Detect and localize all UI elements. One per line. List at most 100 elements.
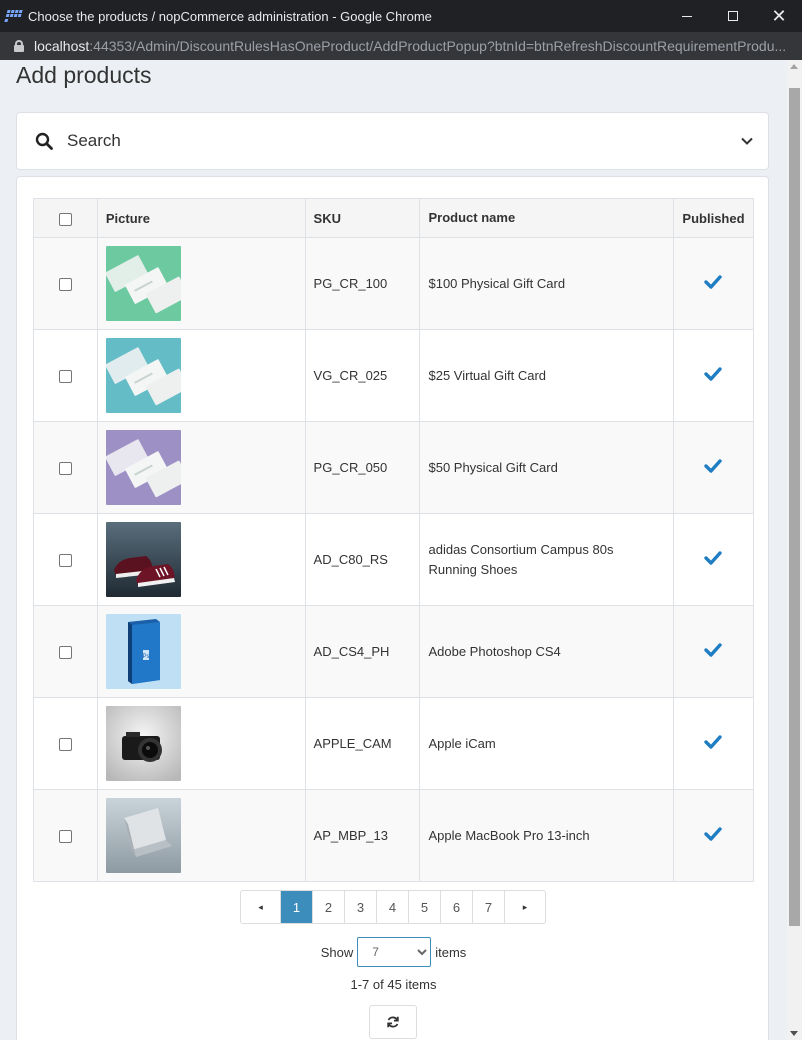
page-scrollbar[interactable] bbox=[787, 60, 802, 1040]
product-name-cell: Adobe Photoshop CS4 bbox=[419, 605, 674, 698]
pager-page-6[interactable]: 6 bbox=[441, 891, 473, 923]
search-panel-header[interactable]: Search bbox=[16, 112, 769, 170]
check-icon bbox=[704, 643, 723, 657]
window-title: Choose the products / nopCommerce admini… bbox=[28, 8, 432, 24]
url-text[interactable]: localhost:44353/Admin/DiscountRulesHasOn… bbox=[34, 38, 794, 54]
address-bar[interactable]: localhost:44353/Admin/DiscountRulesHasOn… bbox=[0, 32, 802, 60]
published-cell bbox=[672, 605, 755, 698]
header-sku[interactable]: SKU bbox=[304, 198, 421, 238]
pager-page-5[interactable]: 5 bbox=[409, 891, 441, 923]
products-grid-panel: Picture SKU Product name Published PG_CR… bbox=[16, 176, 769, 1040]
scroll-up-arrow-icon[interactable] bbox=[790, 64, 798, 69]
check-icon bbox=[704, 459, 723, 473]
maximize-button[interactable] bbox=[710, 0, 756, 32]
row-select-checkbox[interactable] bbox=[58, 462, 72, 476]
products-table: Picture SKU Product name Published PG_CR… bbox=[33, 198, 755, 882]
published-cell bbox=[672, 513, 755, 606]
sku-cell: VG_CR_025 bbox=[304, 329, 421, 422]
scroll-down-arrow-icon[interactable] bbox=[790, 1031, 798, 1036]
product-name-cell: Apple MacBook Pro 13-inch bbox=[419, 789, 674, 882]
check-icon bbox=[704, 735, 723, 749]
check-icon bbox=[704, 367, 723, 381]
sku-cell: AP_MBP_13 bbox=[304, 789, 421, 882]
refresh-button[interactable] bbox=[369, 1005, 417, 1039]
product-name-cell: $50 Physical Gift Card bbox=[419, 421, 674, 514]
row-select-cell bbox=[33, 513, 98, 606]
picture-cell bbox=[96, 329, 306, 422]
picture-cell bbox=[96, 421, 306, 514]
row-select-checkbox[interactable] bbox=[58, 370, 72, 384]
product-thumbnail bbox=[105, 798, 181, 873]
page-size-row: Show 7 items bbox=[17, 937, 770, 967]
pager-page-4[interactable]: 4 bbox=[377, 891, 409, 923]
picture-cell: Ps bbox=[96, 605, 306, 698]
minimize-icon bbox=[682, 15, 692, 17]
scrollbar-thumb[interactable] bbox=[789, 88, 800, 926]
published-cell bbox=[672, 697, 755, 790]
product-name-cell: adidas Consortium Campus 80s Running Sho… bbox=[419, 513, 674, 606]
picture-cell bbox=[96, 789, 306, 882]
pager-page-1[interactable]: 1 bbox=[281, 891, 313, 923]
minimize-button[interactable] bbox=[664, 0, 710, 32]
table-row[interactable]: AD_C80_RS adidas Consortium Campus 80s R… bbox=[33, 513, 755, 606]
url-host: localhost bbox=[34, 38, 90, 54]
chevron-down-icon[interactable] bbox=[740, 134, 754, 148]
page-content: Add products Search Picture SKU Product … bbox=[0, 60, 787, 1040]
product-thumbnail bbox=[105, 430, 181, 505]
row-select-checkbox[interactable] bbox=[58, 646, 72, 660]
product-name-cell: $25 Virtual Gift Card bbox=[419, 329, 674, 422]
product-thumbnail bbox=[105, 706, 181, 781]
row-select-checkbox[interactable] bbox=[58, 554, 72, 568]
sku-cell: AD_C80_RS bbox=[304, 513, 421, 606]
close-icon: ✕ bbox=[771, 5, 787, 26]
header-picture[interactable]: Picture bbox=[96, 198, 306, 238]
table-row[interactable]: PG_CR_100 $100 Physical Gift Card bbox=[33, 237, 755, 330]
product-name-cell: $100 Physical Gift Card bbox=[419, 237, 674, 330]
header-product-name[interactable]: Product name bbox=[419, 198, 674, 238]
table-row[interactable]: APPLE_CAM Apple iCam bbox=[33, 697, 755, 790]
sku-cell: APPLE_CAM bbox=[304, 697, 421, 790]
table-row[interactable]: Ps AD_CS4_PH Adobe Photoshop CS4 bbox=[33, 605, 755, 698]
lock-icon[interactable] bbox=[14, 40, 24, 52]
row-select-cell bbox=[33, 237, 98, 330]
nopcommerce-app-icon bbox=[4, 10, 23, 22]
product-thumbnail bbox=[105, 246, 181, 321]
sku-cell: PG_CR_100 bbox=[304, 237, 421, 330]
row-select-checkbox[interactable] bbox=[58, 830, 72, 844]
row-select-cell bbox=[33, 789, 98, 882]
published-cell bbox=[672, 789, 755, 882]
pager-page-7[interactable]: 7 bbox=[473, 891, 505, 923]
maximize-icon bbox=[728, 11, 738, 21]
picture-cell bbox=[96, 513, 306, 606]
header-published[interactable]: Published bbox=[672, 198, 755, 238]
published-cell bbox=[672, 237, 755, 330]
pager-info: 1-7 of 45 items bbox=[350, 977, 437, 992]
picture-cell bbox=[96, 237, 306, 330]
sku-cell: AD_CS4_PH bbox=[304, 605, 421, 698]
page-size-select[interactable]: 7 bbox=[357, 937, 432, 967]
select-all-checkbox[interactable] bbox=[58, 212, 72, 226]
svg-text:Ps: Ps bbox=[142, 654, 149, 660]
table-row[interactable]: AP_MBP_13 Apple MacBook Pro 13-inch bbox=[33, 789, 755, 882]
product-thumbnail bbox=[105, 338, 181, 413]
close-window-button[interactable]: ✕ bbox=[756, 0, 802, 32]
product-name-cell: Apple iCam bbox=[419, 697, 674, 790]
header-select-all bbox=[33, 198, 98, 238]
pager-page-3[interactable]: 3 bbox=[345, 891, 377, 923]
items-label: items bbox=[435, 944, 467, 960]
pager-page-2[interactable]: 2 bbox=[313, 891, 345, 923]
row-select-checkbox[interactable] bbox=[58, 278, 72, 292]
check-icon bbox=[704, 827, 723, 841]
search-label: Search bbox=[67, 131, 121, 150]
url-path: :44353/Admin/DiscountRulesHasOneProduct/… bbox=[89, 38, 787, 54]
show-label: Show bbox=[320, 944, 354, 960]
product-thumbnail: Ps bbox=[105, 614, 181, 689]
row-select-cell bbox=[33, 329, 98, 422]
row-select-cell bbox=[33, 421, 98, 514]
table-row[interactable]: VG_CR_025 $25 Virtual Gift Card bbox=[33, 329, 755, 422]
table-row[interactable]: PG_CR_050 $50 Physical Gift Card bbox=[33, 421, 755, 514]
row-select-checkbox[interactable] bbox=[58, 738, 72, 752]
pagination: ◂ 1 2 3 4 5 6 7 ▸ bbox=[240, 890, 546, 924]
pager-next-button[interactable]: ▸ bbox=[505, 891, 545, 923]
pager-prev-button[interactable]: ◂ bbox=[241, 891, 281, 923]
